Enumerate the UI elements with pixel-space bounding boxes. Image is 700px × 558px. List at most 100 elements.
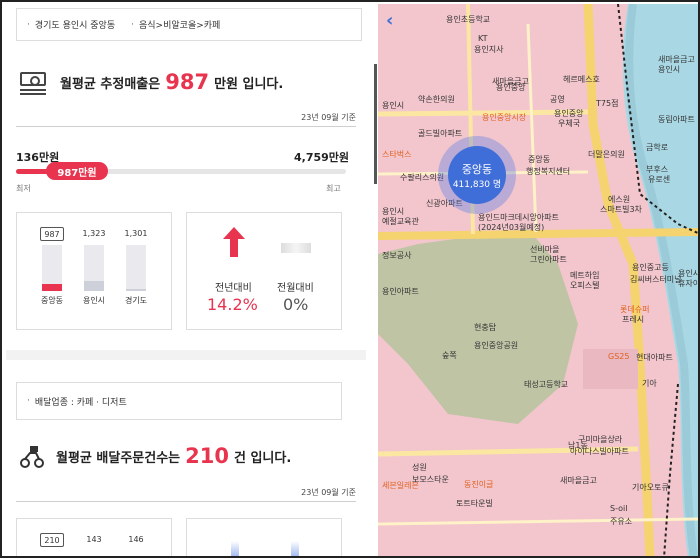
- delivery-bar-value: 210: [40, 533, 64, 547]
- delivery-trend-bar: [291, 541, 299, 556]
- divider: [16, 501, 356, 502]
- region-bar-fill: [84, 281, 104, 291]
- back-button[interactable]: ‹: [386, 10, 393, 31]
- flat-indicator: [281, 243, 311, 253]
- map-place-label: 새마을금고: [560, 476, 597, 485]
- map-place-label: 정보공사: [382, 251, 412, 260]
- region-bar-track: [42, 245, 62, 291]
- map-place-label: 동진이글: [464, 480, 494, 489]
- map-place-label: 숲쪽: [442, 351, 457, 360]
- high-label: 최고: [326, 184, 341, 193]
- delivery-bar: 146: [121, 533, 151, 547]
- location-region: 경기도 용인시 중앙동: [34, 21, 116, 31]
- region-bar-fill: [126, 289, 146, 291]
- money-icon: [20, 70, 46, 95]
- panel-scrollbar[interactable]: [374, 64, 377, 184]
- map-place-label: 토트타운빌: [456, 499, 493, 508]
- map-place-label: 프레시: [622, 315, 645, 324]
- map-place-label: 우체국: [558, 119, 581, 128]
- section-separator: [6, 350, 366, 360]
- map-place-label: 보모스타운: [412, 475, 449, 484]
- yoy-value: 14.2%: [207, 295, 258, 314]
- map-place-label: 태성고등학교: [524, 380, 569, 389]
- map-place-label: 약손한의원: [418, 95, 455, 104]
- window-frame: · 경기도 용인시 중앙동 · 음식>비알코올>카페 월평균 추정매출은 987…: [0, 0, 700, 558]
- delivery-growth-card: [186, 518, 342, 556]
- delivery-bar: 210: [37, 533, 67, 547]
- analysis-panel: · 경기도 용인시 중앙동 · 음식>비알코올>카페 월평균 추정매출은 987…: [4, 4, 378, 556]
- region-bar-track: [84, 245, 104, 291]
- map-place-label: 용인중고등: [632, 263, 669, 272]
- map-place-label: 남1동: [568, 441, 588, 450]
- map-place-label: 현충탑: [474, 323, 497, 332]
- sales-title-suffix: 만원 입니다.: [214, 76, 284, 92]
- map-place-label: 더말은의원: [588, 150, 625, 159]
- map-place-label: GS25: [608, 352, 630, 361]
- delivery-comparison-card: 210 143 146: [16, 518, 172, 556]
- delivery-value: 210: [185, 444, 229, 468]
- map-place-label: 용인중앙공원: [474, 341, 519, 350]
- map-place-label: 기아: [642, 379, 657, 388]
- chevron-left-icon: ‹: [386, 10, 394, 31]
- region-bar-value: 1,301: [124, 229, 148, 238]
- district-cluster-marker[interactable]: 중앙동 411,830 명: [438, 136, 516, 214]
- yoy-label: 전년대비: [215, 283, 252, 294]
- location-filter-box: · 경기도 용인시 중앙동 · 음식>비알코올>카페: [16, 8, 362, 41]
- map-place-label: 스타벅스: [382, 150, 412, 159]
- map-place-label: T75점: [596, 99, 619, 108]
- map-place-label: 스마트빌3차: [600, 205, 642, 214]
- map-place-label: 용인지사: [474, 45, 504, 54]
- current-sales-marker: 987만원: [46, 162, 108, 180]
- map-place-label: 금학로: [646, 143, 669, 152]
- map-place-label: 오피스텔: [570, 281, 600, 290]
- map-place-label: 공영: [550, 95, 565, 104]
- region-bar-label: 중앙동: [40, 296, 64, 305]
- delivery-category-box: · 배달업종 : 카페 · 디저트: [16, 382, 342, 420]
- sales-title-prefix: 월평균 추정매출은: [60, 76, 161, 92]
- region-bar-label: 용인시: [82, 296, 106, 305]
- region-bar-fill: [42, 284, 62, 291]
- sales-basis-date: 23년 09월 기준: [301, 113, 356, 122]
- map-place-label: 용인시: [658, 65, 681, 74]
- mom-label: 전월대비: [277, 283, 314, 294]
- map-place-label: 그린아파트: [530, 255, 567, 264]
- map-place-label: 기아오토큐: [632, 483, 669, 492]
- delivery-title-suffix: 건 입니다.: [233, 450, 292, 466]
- location-category: 음식>비알코올>카페: [139, 21, 221, 31]
- low-label: 최저: [16, 184, 31, 193]
- map-place-label: 주유소: [610, 517, 633, 526]
- map-place-label: 성원: [412, 463, 427, 472]
- divider: [16, 126, 356, 127]
- map-place-label: (2024년03월예정): [478, 223, 545, 232]
- map-place-label: 골드빌아파트: [418, 129, 463, 138]
- map-place-label: 행정복지센터: [526, 167, 571, 176]
- delivery-scooter-icon: [20, 446, 44, 468]
- region-comparison-card: 987 중앙동 1,323 용인시 1,301 경기도: [16, 212, 172, 330]
- up-arrow-icon: [223, 227, 245, 257]
- map-place-label: 현대아파트: [636, 353, 673, 362]
- region-bar: 987 중앙동: [37, 227, 67, 306]
- delivery-bar-value: 146: [128, 535, 144, 544]
- region-bar-track: [126, 245, 146, 291]
- region-bar: 1,323 용인시: [79, 227, 109, 306]
- map-place-label: KT: [478, 34, 488, 43]
- map-place-label: 김씨버스터미널: [630, 275, 682, 284]
- map-place-label: 예절교육관: [382, 217, 419, 226]
- mom-value: 0%: [283, 295, 309, 314]
- map-place-label: 용인아파트: [382, 287, 419, 296]
- delivery-bar: 143: [79, 533, 109, 547]
- region-bar-value: 987: [40, 227, 64, 241]
- region-bar-label: 경기도: [124, 296, 148, 305]
- map-place-label: 용인중앙: [496, 83, 526, 92]
- cluster-name: 중앙동: [461, 163, 493, 176]
- map-place-label: 동림아파트: [658, 115, 695, 124]
- map-view[interactable]: ‹ 용인초등학교 KT 용인지사 새마을금고 헤르메스호 약손한의원 공영 T75점 용인중앙시…: [378, 4, 698, 556]
- map-place-label: 용인중앙시장: [482, 113, 527, 122]
- delivery-title-prefix: 월평균 배달주문건수는: [56, 450, 181, 466]
- growth-comparison-card: 전년대비 14.2% 전월대비 0%: [186, 212, 342, 330]
- map-place-label: S-oil: [610, 504, 628, 513]
- map-place-label: 헤르메스호: [563, 75, 600, 84]
- delivery-trend-bar: [231, 541, 239, 556]
- region-bar: 1,301 경기도: [121, 227, 151, 306]
- sales-title: 월평균 추정매출은 987 만원 입니다.: [20, 70, 284, 95]
